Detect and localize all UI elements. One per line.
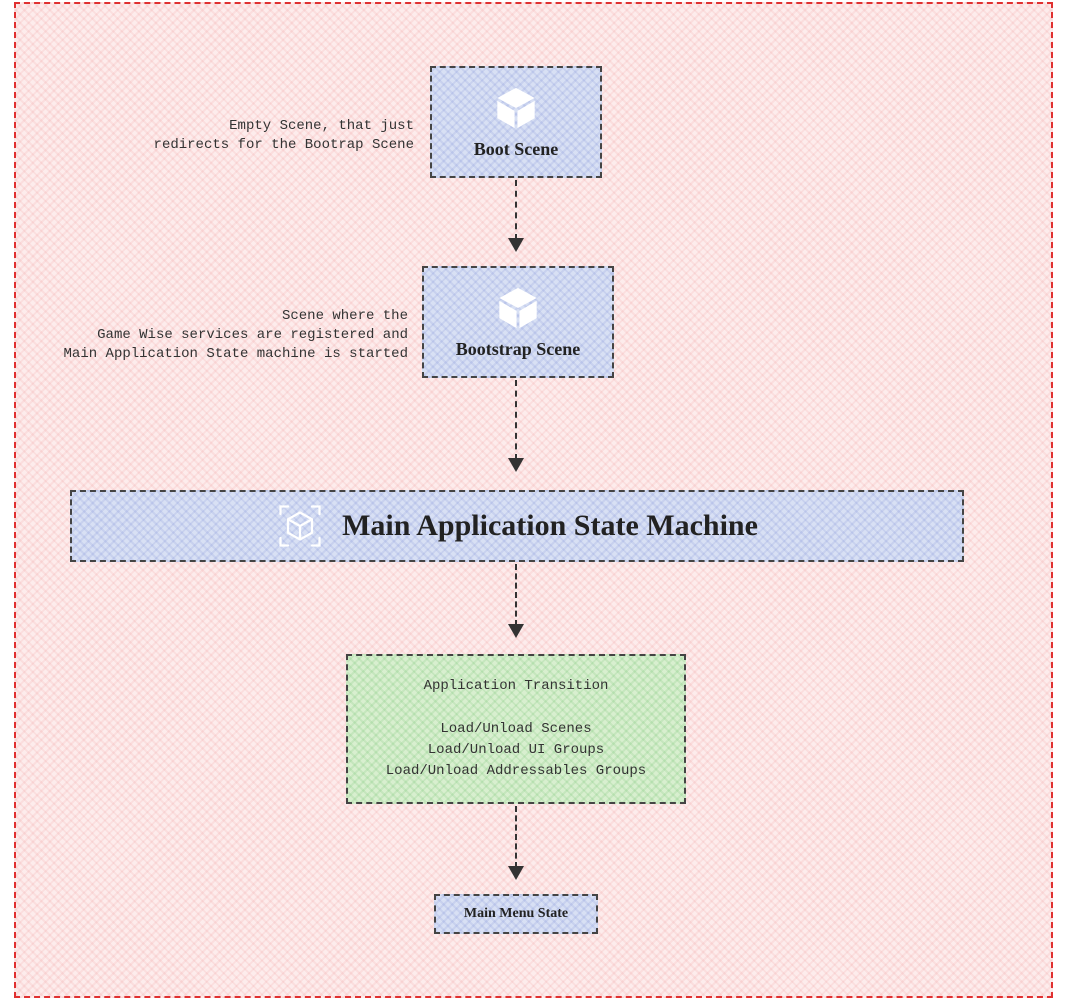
application-transition-title: Application Transition bbox=[424, 676, 609, 697]
bootstrap-scene-title: Bootstrap Scene bbox=[456, 339, 581, 360]
boot-scene-title: Boot Scene bbox=[474, 139, 559, 160]
boot-scene-caption: Empty Scene, that just redirects for the… bbox=[146, 117, 414, 155]
arrow-statemachine-to-transition bbox=[508, 564, 524, 638]
transition-line-1: Load/Unload Scenes bbox=[440, 719, 591, 740]
scan-cube-icon bbox=[276, 502, 324, 550]
bootstrap-scene-node: Bootstrap Scene bbox=[422, 266, 614, 378]
arrow-boot-to-bootstrap bbox=[508, 180, 524, 252]
arrow-bootstrap-to-statemachine bbox=[508, 380, 524, 472]
application-transition-node: Application Transition Load/Unload Scene… bbox=[346, 654, 686, 804]
bootstrap-scene-caption: Scene where the Game Wise services are r… bbox=[56, 307, 408, 364]
unity-cube-icon bbox=[493, 85, 539, 131]
unity-cube-icon bbox=[495, 285, 541, 331]
main-menu-state-node: Main Menu State bbox=[434, 894, 598, 934]
transition-line-2: Load/Unload UI Groups bbox=[428, 740, 604, 761]
state-machine-title: Main Application State Machine bbox=[342, 509, 758, 543]
main-menu-state-title: Main Menu State bbox=[464, 906, 568, 922]
outer-frame: Boot Scene Empty Scene, that just redire… bbox=[14, 2, 1053, 998]
boot-scene-node: Boot Scene bbox=[430, 66, 602, 178]
state-machine-node: Main Application State Machine bbox=[70, 490, 964, 562]
transition-line-3: Load/Unload Addressables Groups bbox=[386, 761, 646, 782]
arrow-transition-to-mainmenu bbox=[508, 806, 524, 880]
